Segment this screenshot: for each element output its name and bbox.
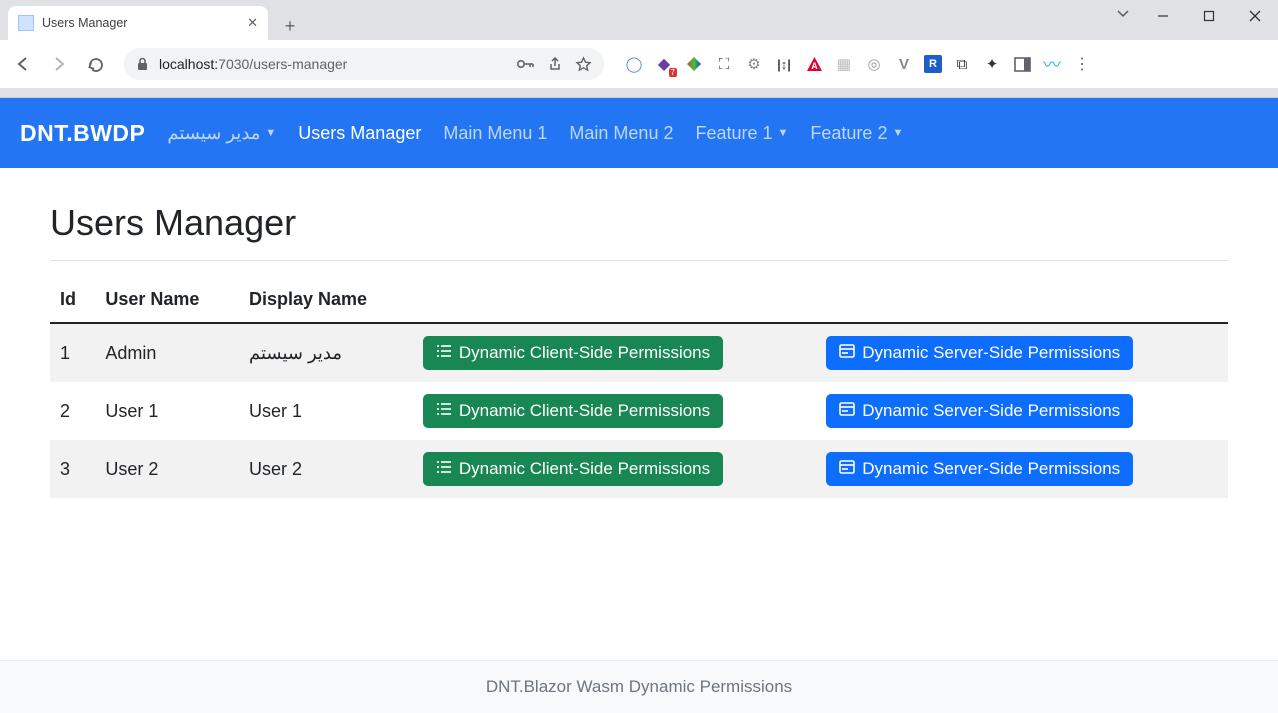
server-permissions-button[interactable]: Dynamic Server-Side Permissions [826, 336, 1133, 370]
extension-icon[interactable]: |↕| [774, 54, 794, 74]
address-bar[interactable]: localhost:7030/users-manager [124, 48, 604, 80]
client-permissions-button[interactable]: Dynamic Client-Side Permissions [423, 394, 723, 428]
button-label: Dynamic Client-Side Permissions [459, 459, 710, 479]
button-label: Dynamic Server-Side Permissions [862, 459, 1120, 479]
extension-icon[interactable]: R [924, 55, 942, 73]
extension-icon[interactable]: ⛶ [714, 54, 734, 74]
extension-icon[interactable]: ◯ [624, 54, 644, 74]
table-row: 3User 2User 2Dynamic Client-Side Permiss… [50, 440, 1228, 498]
extensions-row: ◯ ◆7 ⛶ ⚙ |↕| A ▦ ◎ V R ⧉ ✦ 〰 ⋮ [624, 54, 1092, 74]
page-viewport: DNT.BWDP مدیر سیستم▼Users ManagerMain Me… [0, 98, 1278, 713]
caret-down-icon: ▼ [778, 127, 789, 139]
caret-down-icon: ▼ [892, 127, 903, 139]
table-row: 1Adminمدیر سیستم Dynamic Client-Side Perm… [50, 323, 1228, 382]
close-tab-button[interactable]: ✕ [247, 15, 258, 31]
footer: DNT.Blazor Wasm Dynamic Permissions [0, 660, 1278, 713]
divider [50, 260, 1228, 261]
browser-chrome: Users Manager ✕ + localhost:7030/users-m… [0, 0, 1278, 98]
column-header [413, 279, 816, 323]
new-tab-button[interactable]: + [276, 12, 304, 40]
nav-item[interactable]: Main Menu 2 [569, 123, 673, 144]
tab-title: Users Manager [42, 16, 239, 30]
favicon-icon [18, 15, 34, 31]
close-window-button[interactable] [1232, 0, 1278, 32]
back-button[interactable] [8, 49, 38, 79]
extension-icon[interactable]: V [894, 54, 914, 74]
client-permissions-button[interactable]: Dynamic Client-Side Permissions [423, 452, 723, 486]
card-icon [839, 343, 855, 363]
cell-username: User 2 [95, 440, 239, 498]
cell-display: User 1 [239, 382, 413, 440]
cell-id: 3 [50, 440, 95, 498]
brand-logo[interactable]: DNT.BWDP [20, 120, 145, 147]
button-label: Dynamic Server-Side Permissions [862, 401, 1120, 421]
window-controls [1140, 0, 1278, 32]
extension-icon[interactable]: A [804, 54, 824, 74]
list-icon [436, 343, 452, 363]
cell-username: Admin [95, 323, 239, 382]
extension-icon[interactable]: ⧉ [952, 54, 972, 74]
extension-icon[interactable]: 〰 [1042, 54, 1062, 74]
extension-icon[interactable] [684, 54, 704, 74]
tab-strip: Users Manager ✕ + [0, 0, 1278, 40]
forward-button[interactable] [44, 49, 74, 79]
page-title: Users Manager [50, 202, 1228, 244]
url-text: localhost:7030/users-manager [159, 56, 347, 72]
cell-display: User 2 [239, 440, 413, 498]
nav-item[interactable]: Feature 2▼ [810, 123, 903, 144]
card-icon [839, 401, 855, 421]
nav-item[interactable]: مدیر سیستم▼ [167, 123, 276, 144]
side-panel-icon[interactable] [1012, 54, 1032, 74]
extensions-puzzle-icon[interactable]: ✦ [982, 54, 1002, 74]
cell-id: 1 [50, 323, 95, 382]
nav-item[interactable]: Feature 1▼ [695, 123, 788, 144]
share-icon[interactable] [547, 56, 563, 72]
star-icon[interactable] [575, 56, 592, 73]
extension-icon[interactable]: ▦ [834, 54, 854, 74]
extension-icon[interactable]: ◆7 [654, 54, 674, 74]
extension-icon[interactable]: ⚙ [744, 54, 764, 74]
cell-display: مدیر سیستم [239, 323, 413, 382]
lock-icon [136, 57, 149, 71]
reload-button[interactable] [80, 49, 110, 79]
column-header: User Name [95, 279, 239, 323]
key-icon[interactable] [517, 58, 535, 70]
column-header: Display Name [239, 279, 413, 323]
column-header [816, 279, 1228, 323]
nav-item[interactable]: Users Manager [298, 123, 421, 144]
menu-button[interactable]: ⋮ [1072, 54, 1092, 74]
list-icon [436, 459, 452, 479]
list-icon [436, 401, 452, 421]
extension-icon[interactable]: ◎ [864, 54, 884, 74]
nav-item[interactable]: Main Menu 1 [443, 123, 547, 144]
maximize-button[interactable] [1186, 0, 1232, 32]
app-navbar: DNT.BWDP مدیر سیستم▼ Users Manager Main Me… [0, 98, 1278, 168]
minimize-button[interactable] [1140, 0, 1186, 32]
button-label: Dynamic Client-Side Permissions [459, 343, 710, 363]
server-permissions-button[interactable]: Dynamic Server-Side Permissions [826, 452, 1133, 486]
caret-down-icon: ▼ [265, 127, 276, 139]
button-label: Dynamic Server-Side Permissions [862, 343, 1120, 363]
card-icon [839, 459, 855, 479]
browser-tab[interactable]: Users Manager ✕ [8, 6, 268, 40]
browser-toolbar: localhost:7030/users-manager ◯ ◆7 ⛶ ⚙ |↕… [0, 40, 1278, 88]
users-table: IdUser NameDisplay Name 1Adminمدیر سیستم… [50, 279, 1228, 498]
chevron-down-icon[interactable] [1116, 6, 1130, 20]
table-row: 2User 1User 1Dynamic Client-Side Permiss… [50, 382, 1228, 440]
main-content: Users Manager IdUser NameDisplay Name 1A… [0, 168, 1278, 660]
cell-id: 2 [50, 382, 95, 440]
server-permissions-button[interactable]: Dynamic Server-Side Permissions [826, 394, 1133, 428]
svg-text:A: A [811, 61, 818, 71]
cell-username: User 1 [95, 382, 239, 440]
column-header: Id [50, 279, 95, 323]
button-label: Dynamic Client-Side Permissions [459, 401, 710, 421]
client-permissions-button[interactable]: Dynamic Client-Side Permissions [423, 336, 723, 370]
